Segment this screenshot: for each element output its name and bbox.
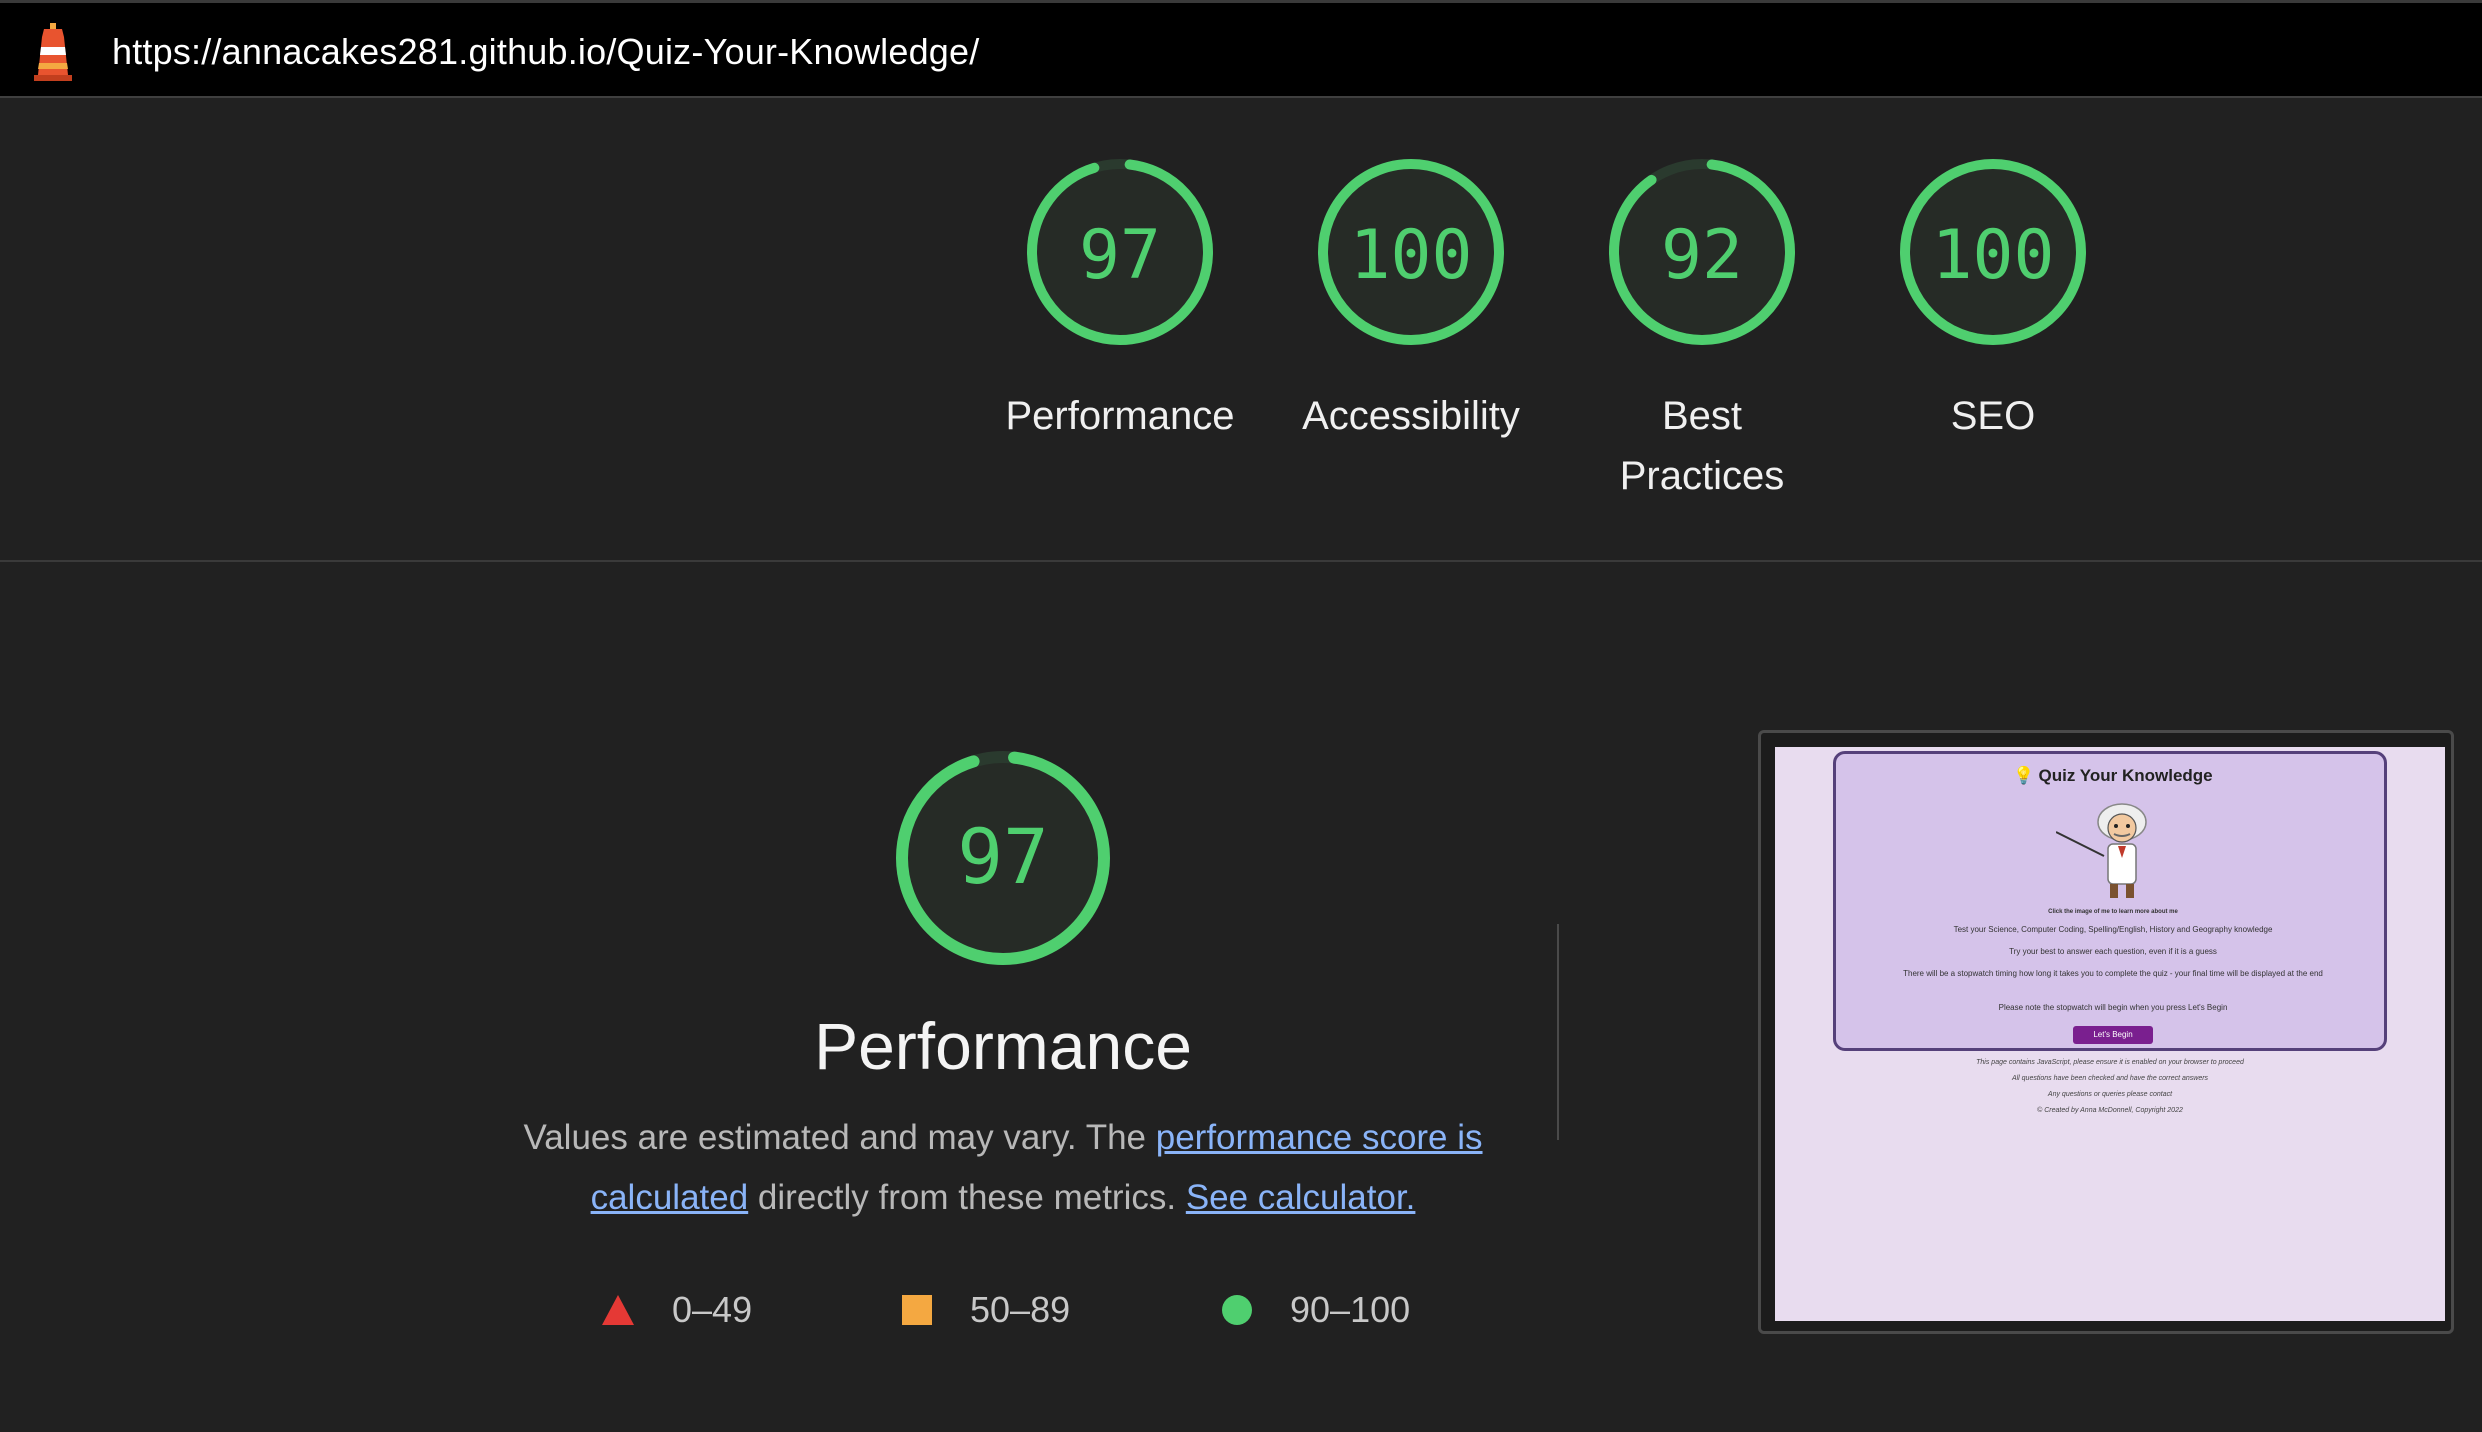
gauge-score: 97 [1079, 216, 1161, 295]
gauge-score: 100 [1931, 216, 2055, 295]
desc-middle: directly from these metrics. [748, 1178, 1186, 1217]
performance-score: 97 [957, 812, 1049, 901]
performance-title: Performance [814, 1009, 1192, 1083]
lets-begin-button: Let's Begin [2073, 1026, 2153, 1044]
legend-range: 90–100 [1290, 1289, 1411, 1330]
section-divider [0, 560, 2482, 562]
thumb-title-text: Quiz Your Knowledge [2038, 766, 2213, 785]
triangle-icon [602, 1295, 634, 1325]
legend-range: 0–49 [672, 1289, 753, 1330]
lighthouse-icon [34, 23, 72, 81]
thumb-click-text: Click the image of me to learn more abou… [2048, 909, 2178, 915]
thumb-line: Test your Science, Computer Coding, Spel… [1953, 925, 2273, 934]
thumb-footer-line: All questions have been checked and have… [2011, 1075, 2209, 1082]
vertical-divider [1557, 924, 1559, 1140]
einstein-cartoon-icon [2056, 803, 2147, 898]
thumb-footer-line: Any questions or queries please contact [2047, 1091, 2173, 1098]
thumb-title: 💡 Quiz Your Knowledge [1836, 766, 2390, 786]
final-screenshot-frame: 💡 Quiz Your Knowledge Click the image of … [1758, 730, 2454, 1334]
legend-average: 50–89 [902, 1286, 1070, 1334]
gauge-label: SEO [1950, 394, 2036, 438]
url-bar: https://annacakes281.github.io/Quiz-Your… [0, 0, 2482, 98]
legend-fail: 0–49 [602, 1286, 752, 1334]
legend-range: 50–89 [970, 1289, 1071, 1330]
thumb-line: Please note the stopwatch will begin whe… [1998, 1003, 2228, 1012]
thumb-card: 💡 Quiz Your Knowledge Click the image of … [1833, 751, 2387, 1051]
performance-description: Values are estimated and may vary. The p… [500, 1108, 1506, 1228]
circle-icon [1222, 1295, 1252, 1325]
gauge-score: 100 [1349, 216, 1473, 295]
gauge-label: Accessibility [1302, 394, 1520, 438]
desc-prefix: Values are estimated and may vary. The [523, 1118, 1156, 1157]
gauge-score: 92 [1661, 216, 1743, 295]
page-url[interactable]: https://annacakes281.github.io/Quiz-Your… [112, 31, 979, 73]
thumb-footer-line: This page contains JavaScript, please en… [1976, 1059, 2244, 1066]
thumb-line: Try your best to answer each question, e… [2009, 947, 2217, 956]
see-calculator-link[interactable]: See calculator. [1186, 1178, 1416, 1217]
square-icon [902, 1295, 932, 1325]
final-screenshot: 💡 Quiz Your Knowledge Click the image of … [1775, 747, 2445, 1321]
gauge-label: Performance [1005, 394, 1235, 438]
thumb-line: There will be a stopwatch timing how lon… [1903, 969, 2323, 978]
lightbulb-icon: 💡 [2013, 766, 2035, 785]
legend-pass: 90–100 [1222, 1286, 1410, 1334]
gauge-label: Best Practices [1619, 394, 1785, 498]
thumb-footer-line: © Created by Anna McDonnell, Copyright 2… [2037, 1107, 2183, 1114]
